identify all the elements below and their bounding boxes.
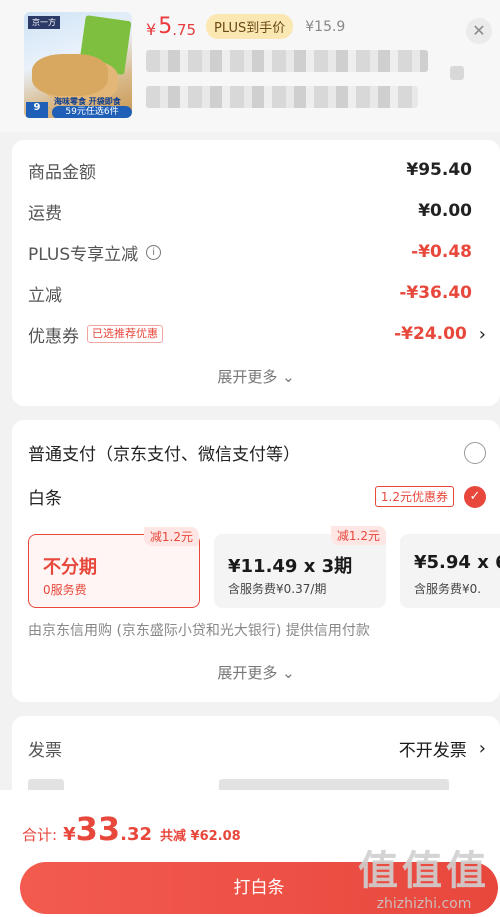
plan-discount-badge: 减1.2元 [143, 527, 199, 546]
installment-option-none[interactable]: 减1.2元 不分期 0服务费 [28, 527, 200, 608]
chevron-right-icon: › [478, 323, 486, 345]
brand-logo: 京一方 [28, 16, 60, 29]
price-symbol: ¥ [146, 20, 157, 39]
plan-discount-badge: 减1.2元 [330, 526, 386, 545]
coupon-value: -¥24.00 [394, 324, 467, 344]
info-icon[interactable]: i [146, 244, 162, 260]
instant-discount-label: 立减 [28, 285, 62, 306]
check-icon[interactable]: ✓ [464, 485, 486, 508]
plus-discount-row: PLUS专享立减 i -¥0.48 [28, 240, 472, 265]
expand-more-button[interactable]: 展开更多 ⌄ [12, 662, 500, 683]
price-row: ¥ 5 .75 PLUS到手价 ¥15.9 [146, 14, 345, 39]
installment-option-3[interactable]: 减1.2元 ¥11.49 x 3期 含服务费¥0.37/期 [214, 526, 386, 608]
product-title-blurred [146, 50, 428, 72]
expand-more-button[interactable]: 展开更多 ⌄ [12, 366, 500, 387]
plan-fee: 0服务费 [43, 583, 87, 597]
coupon-row[interactable]: 优惠券 已选推荐优惠 -¥24.00 › [28, 322, 486, 347]
plan-title: 不分期 [43, 557, 97, 578]
close-icon[interactable]: ✕ [466, 18, 492, 44]
watermark-url: zhizhizhi.com [376, 896, 472, 912]
coupon-recommended-tag: 已选推荐优惠 [87, 325, 163, 343]
coupon-value-group: -¥24.00 › [394, 324, 486, 345]
goods-amount-label: 商品金额 [28, 162, 96, 183]
baitiao-label: 白条 [28, 489, 62, 509]
baitiao-coupon-tag: 1.2元优惠券 [374, 486, 454, 507]
normal-payment-row[interactable]: 普通支付（京东支付、微信支付等） [28, 440, 486, 465]
product-thumbnail[interactable]: 京一方 海味零食 开袋即食 59元任选6件 9 [24, 12, 132, 118]
invoice-label: 发票 [28, 741, 62, 761]
baitiao-row[interactable]: 白条 1.2元优惠券 ✓ [28, 484, 486, 509]
shipping-row: 运费 ¥0.00 [28, 199, 472, 224]
plus-discount-value: -¥0.48 [411, 242, 472, 262]
plus-price-badge: PLUS到手价 [206, 14, 294, 39]
goods-amount-row: 商品金额 ¥95.40 [28, 158, 472, 183]
installment-option-6[interactable]: ¥5.94 x 6 含服务费¥0. [400, 534, 500, 608]
plus-discount-label-group: PLUS专享立减 i [28, 240, 162, 265]
product-spec-blurred [146, 86, 418, 108]
coupon-label: 优惠券 [28, 326, 79, 347]
plan-title: ¥5.94 x 6 [414, 552, 500, 573]
price-summary-card: 商品金额 ¥95.40 运费 ¥0.00 PLUS专享立减 i -¥0.48 立… [12, 140, 500, 406]
goods-amount-value: ¥95.40 [406, 160, 472, 180]
normal-payment-radio[interactable] [464, 441, 486, 464]
chevron-right-icon: › [478, 738, 486, 759]
total-integer: 33 [75, 810, 121, 848]
normal-payment-label: 普通支付（京东支付、微信支付等） [28, 445, 300, 465]
plan-fee: 含服务费¥0. [414, 582, 482, 596]
product-summary: 京一方 海味零食 开袋即食 59元任选6件 9 ¥ 5 .75 PLUS到手价 … [0, 0, 500, 132]
watermark-logo: 值值值 [358, 848, 490, 894]
plus-discount-label: PLUS专享立减 [28, 244, 139, 265]
credit-provider-note: 由京东信用购 (京东盛际小贷和光大银行) 提供信用付款 [28, 623, 370, 639]
baitiao-right-group: 1.2元优惠券 ✓ [374, 485, 486, 508]
deal-text: 59元任选6件 [52, 106, 132, 118]
price-integer: 5 [158, 14, 173, 39]
original-price: ¥15.9 [305, 18, 346, 35]
total-symbol: ¥ [63, 824, 76, 845]
coupon-label-group: 优惠券 已选推荐优惠 [28, 322, 163, 347]
total-saved: 共减 ¥62.08 [160, 829, 241, 844]
total-amount: 合计: ¥ 33 .32 共减 ¥62.08 [22, 810, 241, 848]
instant-discount-row: 立减 -¥36.40 [28, 281, 472, 306]
snack-image [32, 54, 108, 96]
corner-badge: 9 [26, 102, 48, 118]
shipping-value: ¥0.00 [418, 201, 472, 221]
invoice-row[interactable]: 发票 不开发票 › [28, 736, 486, 761]
site-watermark: 值值值 zhizhizhi.com [358, 838, 490, 912]
plan-fee: 含服务费¥0.37/期 [228, 582, 327, 596]
instant-discount-value: -¥36.40 [399, 283, 472, 303]
invoice-value-group: 不开发票 › [399, 736, 486, 761]
blur-fragment [450, 66, 464, 80]
total-label: 合计: [22, 826, 58, 844]
shipping-label: 运费 [28, 203, 62, 224]
payment-method-card: 普通支付（京东支付、微信支付等） 白条 1.2元优惠券 ✓ 减1.2元 不分期 … [12, 420, 500, 702]
plan-title: ¥11.49 x 3期 [228, 556, 353, 577]
price-decimal: .75 [172, 20, 197, 39]
invoice-value: 不开发票 [398, 741, 467, 761]
total-decimal: .32 [120, 824, 153, 845]
